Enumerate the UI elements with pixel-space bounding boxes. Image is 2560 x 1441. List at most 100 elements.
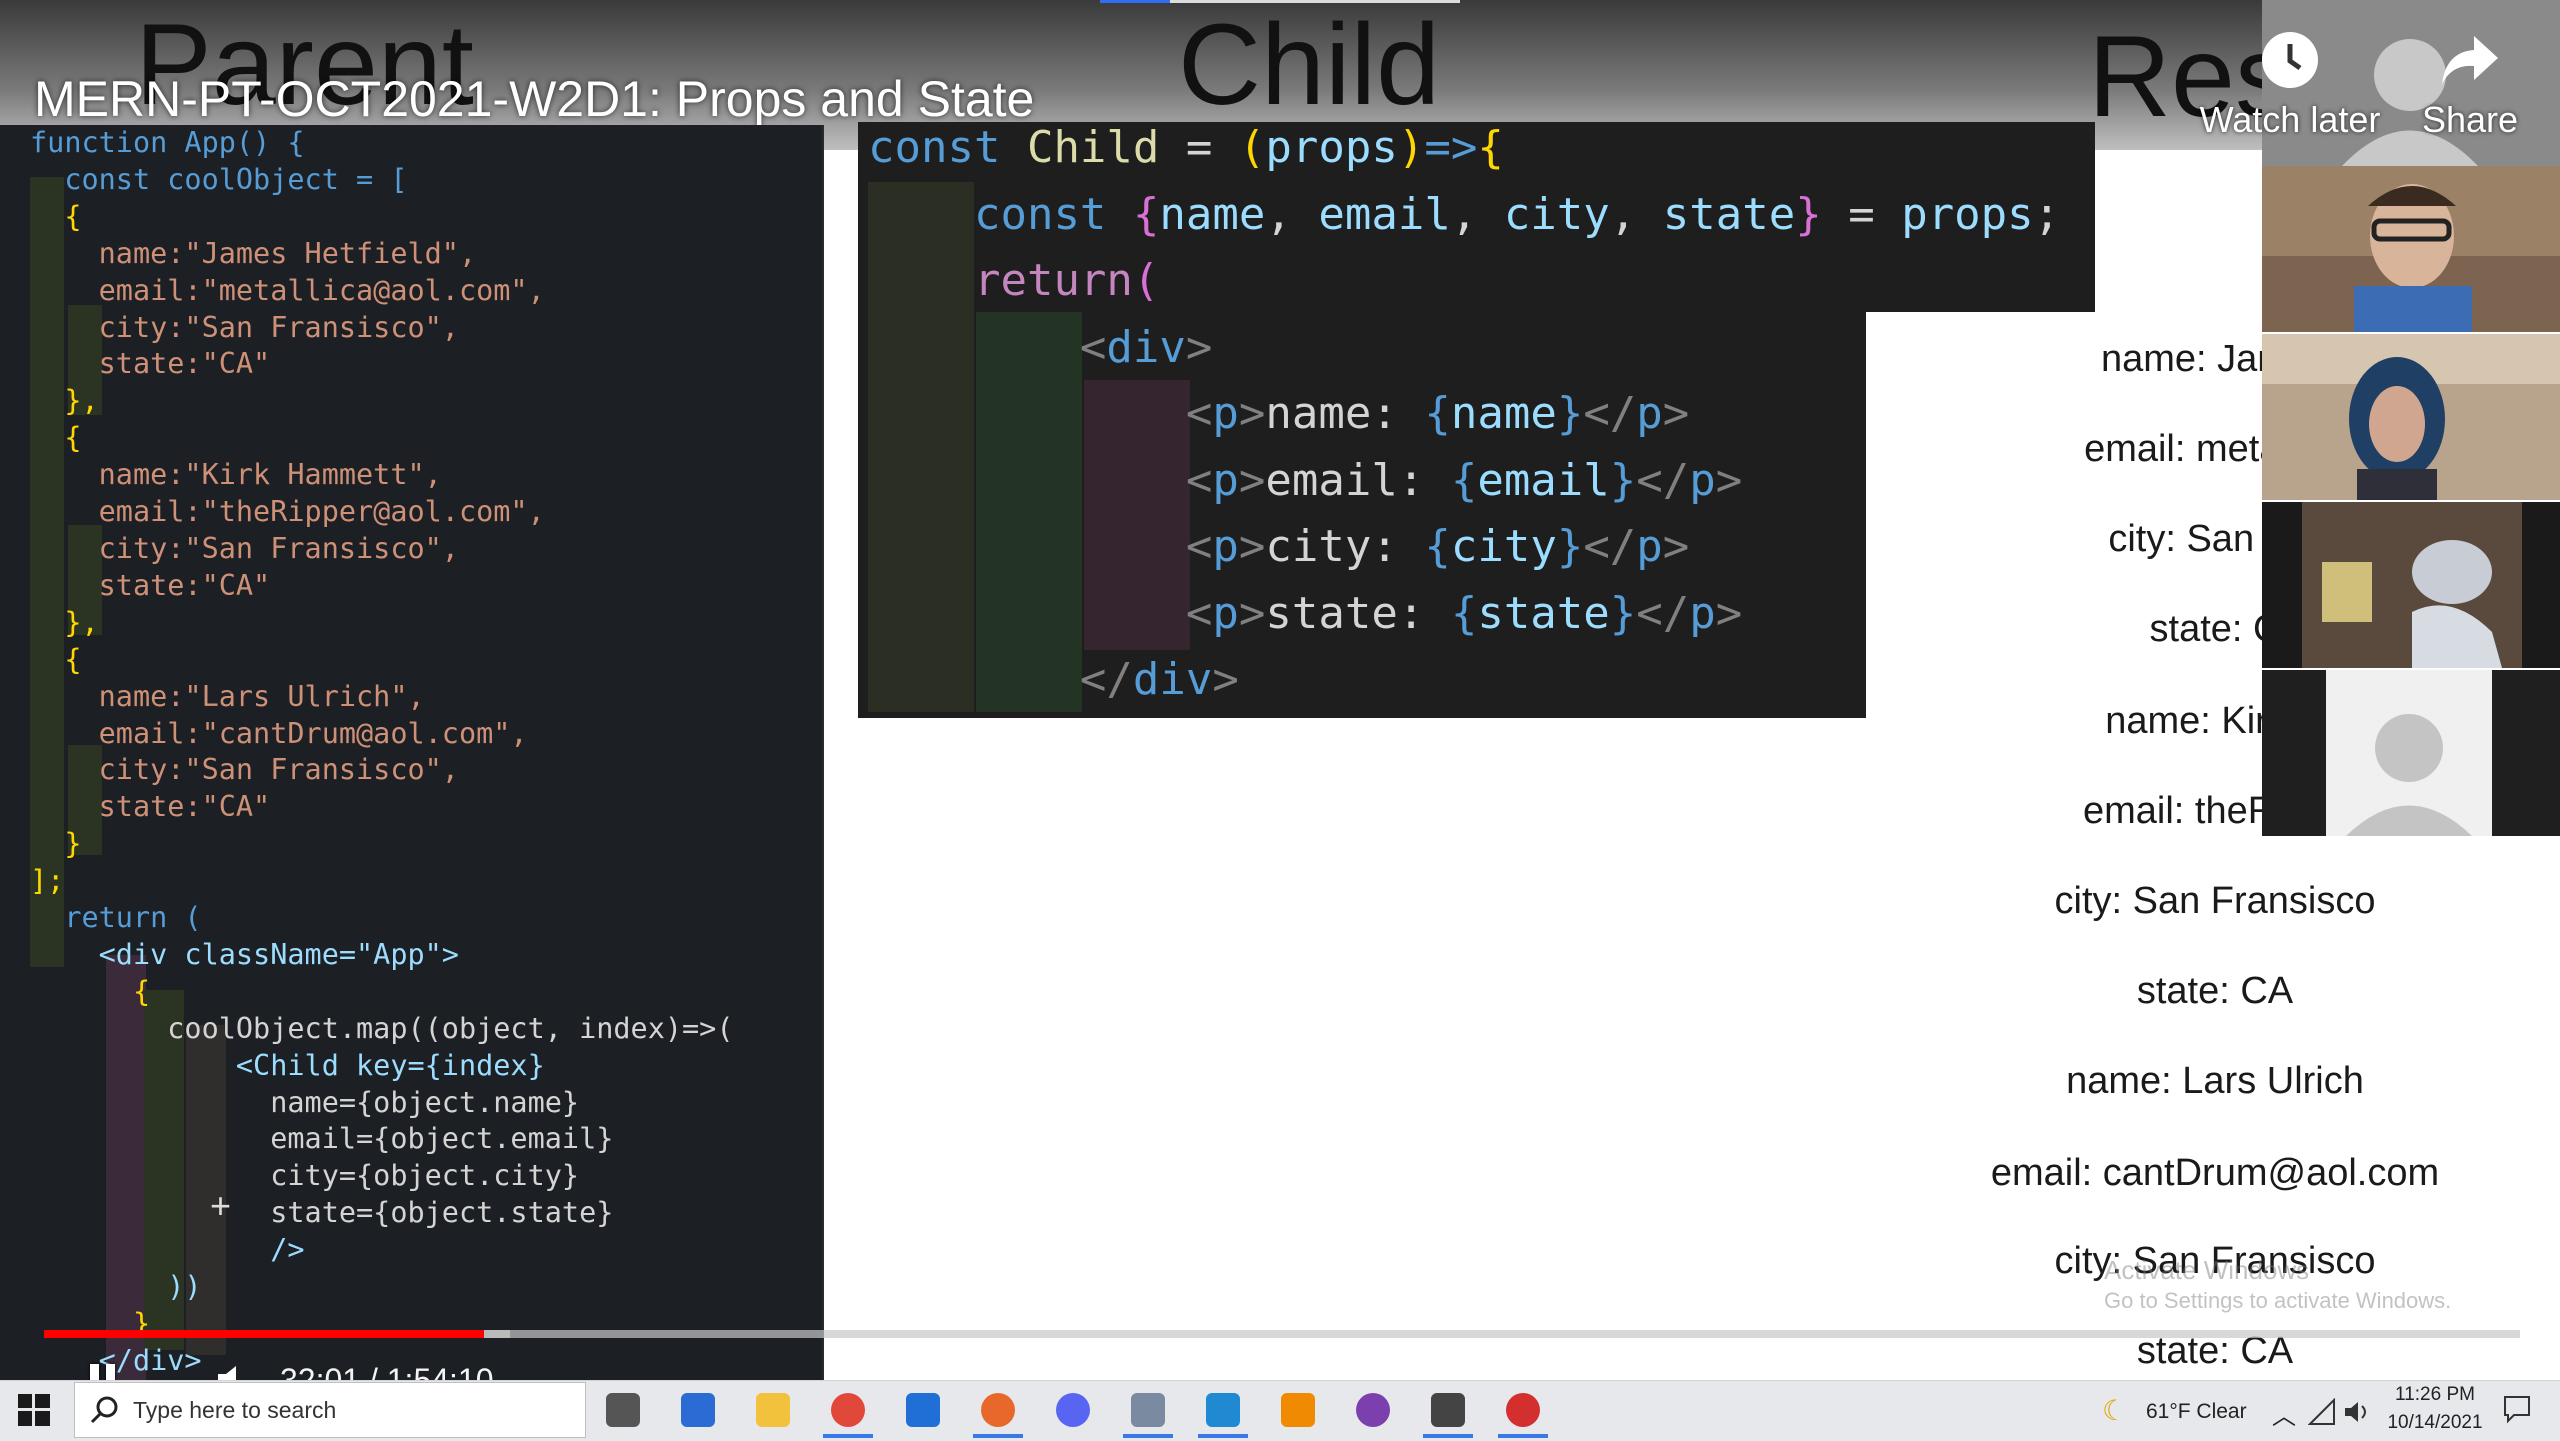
- speaker-icon: [218, 1366, 236, 1382]
- code-line: function App() {: [30, 126, 305, 159]
- clock-time[interactable]: 11:26 PM: [2380, 1384, 2490, 1406]
- taskbar-app-vscode[interactable]: [1188, 1382, 1258, 1438]
- taskbar-app-vlc[interactable]: [1263, 1382, 1333, 1438]
- taskbar-app-task-view[interactable]: [588, 1382, 658, 1438]
- discord-icon: [1056, 1393, 1090, 1427]
- code-line: />: [30, 1233, 305, 1267]
- code-line: <div>: [1079, 321, 1213, 373]
- participant-tile[interactable]: [2262, 502, 2560, 668]
- file-explorer-icon: [756, 1393, 790, 1427]
- share-arrow-icon: [2442, 36, 2498, 84]
- taskbar-app-discord[interactable]: [1038, 1382, 1108, 1438]
- clock-date[interactable]: 10/14/2021: [2380, 1412, 2490, 1434]
- weather-text[interactable]: 61°F Clear: [2146, 1400, 2247, 1424]
- code-line: city={object.city}: [30, 1159, 580, 1193]
- code-line: <p>name: {name}</p>: [1185, 388, 1690, 439]
- code-line: email={object.email}: [30, 1122, 614, 1156]
- taskbar-app-settings[interactable]: [1413, 1382, 1483, 1438]
- code-line: {: [30, 421, 82, 455]
- pause-button[interactable]: [82, 1356, 122, 1382]
- share-button[interactable]: Share: [2410, 30, 2530, 141]
- code-line: email:"cantDrum@aol.com",: [30, 716, 528, 750]
- code-line: city:"San Fransisco",: [30, 531, 459, 565]
- plus-cursor-icon: +: [210, 1185, 232, 1226]
- code-line: <p>email: {email}</p>: [1185, 454, 1743, 506]
- watch-later-label: Watch later: [2199, 99, 2381, 140]
- slide-heading-child: Child: [1178, 1, 1441, 129]
- taskbar-app-file-explorer[interactable]: [738, 1382, 808, 1438]
- code-line: state:"CA": [30, 790, 271, 824]
- chrome-icon: [831, 1393, 865, 1427]
- search-icon: [90, 1396, 118, 1424]
- code-line: {: [30, 974, 151, 1008]
- start-button[interactable]: [18, 1394, 50, 1426]
- code-line: email:"metallica@aol.com",: [30, 273, 545, 307]
- video-time-display: 32:01 / 1:54:10: [280, 1362, 494, 1382]
- participant-video: [2262, 334, 2560, 500]
- participant-tile[interactable]: [2262, 334, 2560, 500]
- result-line: email: cantDrum@aol.com: [1990, 1152, 2440, 1194]
- code-line: },: [30, 605, 99, 639]
- network-icon[interactable]: [2307, 1397, 2336, 1426]
- code-line: ];: [30, 864, 65, 898]
- notification-center-button[interactable]: [2502, 1394, 2532, 1424]
- video-progress-buffered: [484, 1330, 510, 1338]
- vscode-icon: [1206, 1393, 1240, 1427]
- taskbar-app-snip[interactable]: [663, 1382, 733, 1438]
- participant-video: [2262, 502, 2560, 668]
- settings-icon: [1431, 1393, 1465, 1427]
- vlc-icon: [1281, 1393, 1315, 1427]
- tor-icon: [1356, 1393, 1390, 1427]
- code-line: </div>: [1079, 654, 1239, 705]
- code-line: name:"Kirk Hammett",: [30, 458, 442, 492]
- photos-icon: [1131, 1393, 1165, 1427]
- code-line: return(: [973, 255, 1160, 306]
- chevron-up-icon[interactable]: ︿: [2272, 1396, 2296, 1431]
- watch-later-button[interactable]: Watch later: [2190, 30, 2390, 141]
- taskbar-app-zoom[interactable]: [1488, 1382, 1558, 1438]
- participant-tile[interactable]: [2262, 670, 2560, 836]
- taskbar-app-tor[interactable]: [1338, 1382, 1408, 1438]
- taskbar-app-firefox[interactable]: [963, 1382, 1033, 1438]
- code-line: state:"CA": [30, 347, 271, 381]
- result-line: city: San Fransisco: [2054, 880, 2376, 922]
- avatar-placeholder: [2326, 670, 2492, 836]
- running-indicator: [1198, 1434, 1248, 1438]
- firefox-icon: [981, 1393, 1015, 1427]
- code-line: name={object.name}: [30, 1085, 580, 1119]
- running-indicator: [823, 1434, 873, 1438]
- code-line: )): [30, 1270, 202, 1304]
- code-pane-parent: function App() { const coolObject = [ { …: [0, 125, 824, 1385]
- clock-icon: [2262, 32, 2318, 88]
- task-view-icon: [606, 1393, 640, 1427]
- taskbar-app-photos[interactable]: [1113, 1382, 1183, 1438]
- taskbar-search-box[interactable]: Type here to search: [74, 1382, 586, 1438]
- code-line: coolObject.map((object, index)=>(: [30, 1011, 734, 1045]
- weather-moon-icon: ☾: [2102, 1395, 2128, 1426]
- search-placeholder: Type here to search: [133, 1397, 337, 1423]
- code-line: {: [30, 642, 82, 676]
- volume-tray-icon[interactable]: [2342, 1398, 2370, 1426]
- code-line: <p>city: {city}</p>: [1185, 521, 1690, 572]
- running-indicator: [973, 1434, 1023, 1438]
- code-line: state:"CA": [30, 568, 271, 602]
- code-line: city:"San Fransisco",: [30, 753, 459, 787]
- participant-video: [2262, 166, 2560, 332]
- top-loading-bar-fill: [1100, 0, 1170, 3]
- code-line: {: [30, 199, 82, 233]
- running-indicator: [1123, 1434, 1173, 1438]
- code-line: email:"theRipper@aol.com",: [30, 495, 545, 529]
- parent-code: function App() { const coolObject = [ { …: [30, 125, 734, 1380]
- running-indicator: [1498, 1434, 1548, 1438]
- participant-tile[interactable]: [2262, 166, 2560, 332]
- code-line: <div className="App">: [30, 937, 459, 971]
- taskbar-app-chrome[interactable]: [813, 1382, 883, 1438]
- zoom-icon: [1506, 1393, 1540, 1427]
- result-line: name: Lars Ulrich: [2066, 1060, 2364, 1102]
- volume-button[interactable]: [214, 1360, 254, 1382]
- activate-windows-title: Activate Windows: [2104, 1255, 2310, 1285]
- video-progress-played: [44, 1330, 490, 1338]
- taskbar-app-mail[interactable]: [888, 1382, 958, 1438]
- code-line: city:"San Fransisco",: [30, 310, 459, 344]
- code-line: state={object.state}: [30, 1196, 614, 1230]
